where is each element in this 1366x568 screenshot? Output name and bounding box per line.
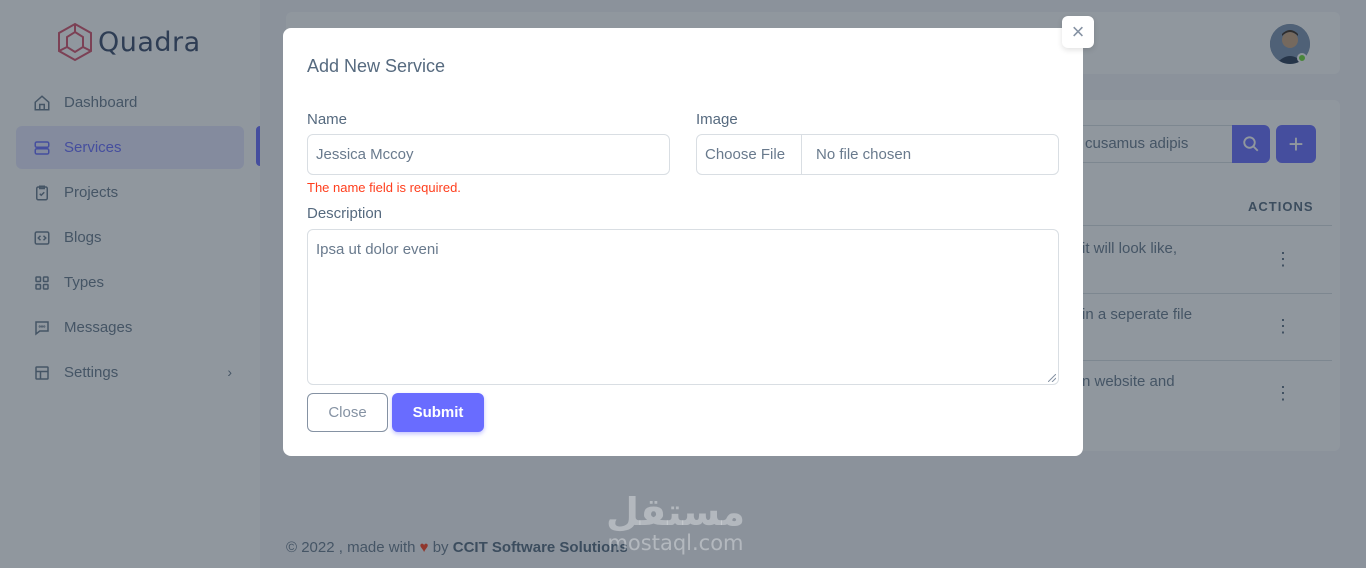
- name-error-message: The name field is required.: [307, 180, 461, 195]
- resize-handle-icon[interactable]: [1048, 374, 1056, 382]
- watermark-arabic: مستقل: [606, 490, 745, 534]
- watermark-latin: mostaql.com: [607, 531, 744, 555]
- modal-close-icon[interactable]: ×: [1062, 16, 1094, 48]
- modal-title: Add New Service: [307, 56, 446, 76]
- description-value: Ipsa ut dolor eveni: [316, 241, 439, 258]
- watermark: مستقل mostaql.com: [606, 492, 745, 554]
- name-label: Name: [307, 111, 348, 128]
- name-input[interactable]: Jessica Mccoy: [307, 134, 670, 175]
- submit-button[interactable]: Submit: [392, 393, 484, 432]
- add-service-modal: Add New Service Name Jessica Mccoy The n…: [283, 28, 1083, 456]
- image-label: Image: [696, 111, 738, 128]
- choose-file-button[interactable]: Choose File: [697, 135, 802, 174]
- file-status: No file chosen: [816, 146, 912, 163]
- description-label: Description: [307, 205, 383, 222]
- image-file-input[interactable]: Choose File No file chosen: [696, 134, 1059, 175]
- close-button[interactable]: Close: [307, 393, 388, 432]
- description-textarea[interactable]: Ipsa ut dolor eveni: [307, 229, 1059, 385]
